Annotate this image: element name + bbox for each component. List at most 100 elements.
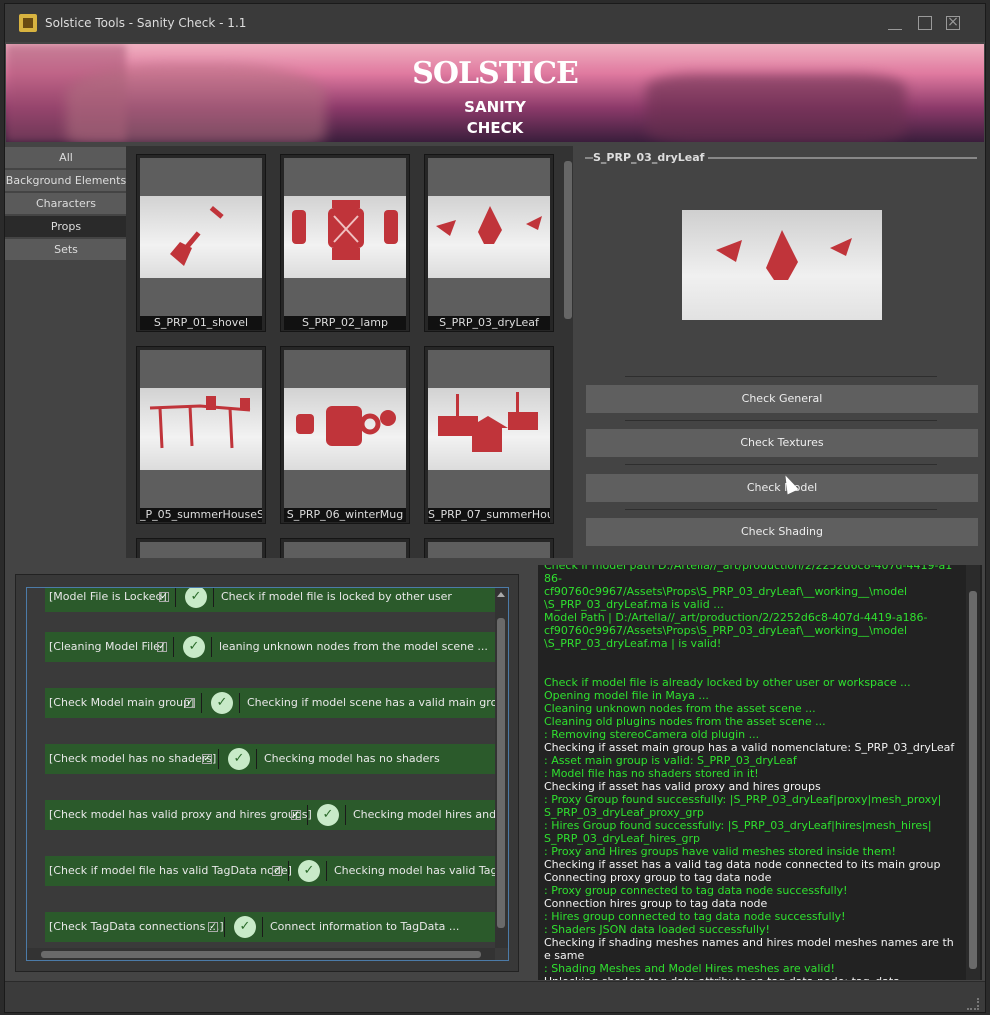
check-checkbox[interactable]: ✓ bbox=[157, 642, 167, 652]
asset-thumbnail bbox=[284, 158, 406, 316]
asset-thumbnail bbox=[284, 350, 406, 508]
asset-tile[interactable]: S_PRP_03_dryLeaf bbox=[424, 154, 554, 332]
log-line: : Proxy Group found successfully: |S_PRP… bbox=[544, 793, 942, 806]
checks-horizontal-scrollbar[interactable] bbox=[27, 948, 495, 960]
check-row: [Model File is Locked] ✓ ✓ Check if mode… bbox=[45, 588, 495, 612]
category-all[interactable]: All bbox=[5, 147, 127, 168]
close-button[interactable]: × bbox=[943, 13, 963, 33]
check-row: [Check model has no shaders] ✓ ✓ Checkin… bbox=[45, 744, 495, 774]
check-checkbox[interactable]: ✓ bbox=[159, 592, 169, 602]
asset-thumbnail bbox=[140, 350, 262, 508]
log-line: Cleaning old plugins nodes from the asse… bbox=[544, 715, 826, 728]
checks-vertical-scrollbar[interactable] bbox=[495, 588, 508, 948]
header-banner: SOLSTICE SANITY CHECK bbox=[6, 44, 984, 142]
check-row: [Check model has valid proxy and hires g… bbox=[45, 800, 495, 830]
check-checkbox[interactable]: ✓ bbox=[208, 922, 218, 932]
log-line: : Proxy group connected to tag data node… bbox=[544, 884, 848, 897]
log-line: : Asset main group is valid: S_PRP_03_dr… bbox=[544, 754, 797, 767]
check-ok-icon: ✓ bbox=[185, 588, 207, 608]
check-label: [Check TagData connections ...] bbox=[49, 920, 224, 933]
log-line: cf90760c9967/Assets\Props\S_PRP_03_dryLe… bbox=[544, 624, 908, 637]
log-line: : Shading Meshes and Model Hires meshes … bbox=[544, 962, 835, 975]
category-sets[interactable]: Sets bbox=[5, 239, 127, 260]
check-checkbox[interactable]: ✓ bbox=[185, 698, 195, 708]
logo-subtitle-2: CHECK bbox=[466, 119, 524, 137]
asset-thumbnail bbox=[140, 158, 262, 316]
check-checkbox[interactable]: ✓ bbox=[202, 754, 212, 764]
asset-tile[interactable]: S_PRP_01_shovel bbox=[136, 154, 266, 332]
check-row: [Cleaning Model File] ✓ ✓ leaning unknow… bbox=[45, 632, 495, 662]
log-line: Cleaning unknown nodes from the asset sc… bbox=[544, 702, 816, 715]
asset-tile[interactable]: S_PRP_07_summerHouse bbox=[424, 346, 554, 524]
title-bar: Solstice Tools - Sanity Check - 1.1 × bbox=[5, 4, 985, 42]
category-props[interactable]: Props bbox=[5, 216, 127, 237]
category-characters[interactable]: Characters bbox=[5, 193, 127, 214]
check-description: Checking model has no shaders bbox=[264, 752, 440, 765]
asset-name: _P_05_summerHouseStruc bbox=[140, 508, 262, 522]
preview-image bbox=[682, 210, 882, 320]
log-line: Checking if asset main group has a valid… bbox=[544, 741, 955, 754]
check-ok-icon: ✓ bbox=[234, 916, 256, 938]
checks-panel: [Model File is Locked] ✓ ✓ Check if mode… bbox=[15, 574, 519, 972]
log-line: Check if model path D:/Artella//_art/pro… bbox=[544, 565, 953, 585]
check-label: [Check model has no shaders] bbox=[49, 752, 217, 765]
check-description: leaning unknown nodes from the model sce… bbox=[219, 640, 488, 653]
check-row: [Check if model file has valid TagData n… bbox=[45, 856, 495, 886]
log-line: : Shaders JSON data loaded successfully! bbox=[544, 923, 770, 936]
asset-grid-scrollbar[interactable] bbox=[562, 157, 572, 557]
log-scrollbar[interactable] bbox=[966, 565, 980, 980]
asset-name: S_PRP_01_shovel bbox=[140, 316, 262, 330]
check-label: [Check if model file has valid TagData n… bbox=[49, 864, 292, 877]
asset-tile[interactable] bbox=[136, 538, 266, 558]
log-line: : Hires group connected to tag data node… bbox=[544, 910, 846, 923]
asset-name: S_PRP_02_lamp bbox=[284, 316, 406, 330]
category-background-elements[interactable]: Background Elements bbox=[5, 170, 127, 191]
check-textures-button[interactable]: Check Textures bbox=[586, 429, 978, 457]
log-line: \S_PRP_03_dryLeaf.ma is valid ... bbox=[544, 598, 724, 611]
checks-scroll-area[interactable]: [Model File is Locked] ✓ ✓ Check if mode… bbox=[26, 587, 509, 961]
check-description: Check if model file is locked by other u… bbox=[221, 590, 452, 603]
asset-thumbnail bbox=[428, 350, 550, 508]
log-line: Opening model file in Maya ... bbox=[544, 689, 709, 702]
check-label: [Check Model main group] bbox=[49, 696, 195, 709]
maximize-button[interactable] bbox=[915, 13, 935, 33]
logo-text: SOLSTICE bbox=[412, 56, 579, 91]
log-line: Model Path | D:/Artella//_art/production… bbox=[544, 611, 928, 624]
check-shading-button[interactable]: Check Shading bbox=[586, 518, 978, 546]
check-general-button[interactable]: Check General bbox=[586, 385, 978, 413]
asset-tile[interactable] bbox=[424, 538, 554, 558]
check-label: [Model File is Locked] bbox=[49, 590, 167, 603]
app-icon bbox=[19, 14, 37, 32]
log-line: Check if model file is already locked by… bbox=[544, 676, 911, 689]
logo-subtitle-1: SANITY bbox=[464, 98, 526, 116]
asset-tile[interactable]: S_PRP_06_winterMug bbox=[280, 346, 410, 524]
check-ok-icon: ✓ bbox=[211, 692, 233, 714]
check-label: [Cleaning Model File] bbox=[49, 640, 165, 653]
check-description: Checking if model scene has a valid main… bbox=[247, 696, 495, 709]
log-line: S_PRP_03_dryLeaf_hires_grp bbox=[544, 832, 701, 845]
check-label: [Check model has valid proxy and hires g… bbox=[49, 808, 312, 821]
log-output[interactable]: Check if model path D:/Artella//_art/pro… bbox=[538, 565, 982, 980]
log-line: : Removing stereoCamera old plugin ... bbox=[544, 728, 760, 741]
log-line: Connecting proxy group to tag data node bbox=[544, 871, 772, 884]
asset-name: S_PRP_07_summerHouse bbox=[428, 508, 550, 522]
asset-tile[interactable]: _P_05_summerHouseStruc bbox=[136, 346, 266, 524]
check-description: Checking model hires and p bbox=[353, 808, 495, 821]
asset-tile[interactable]: S_PRP_02_lamp bbox=[280, 154, 410, 332]
log-line: cf90760c9967/Assets\Props\S_PRP_03_dryLe… bbox=[544, 585, 908, 598]
asset-grid: S_PRP_01_shovel S_PRP_02_lamp S_PRP_03_d… bbox=[126, 146, 573, 558]
window-title: Solstice Tools - Sanity Check - 1.1 bbox=[45, 16, 247, 30]
log-line: Checking if asset has a valid tag data n… bbox=[544, 858, 941, 871]
minimize-button[interactable] bbox=[885, 13, 905, 33]
check-ok-icon: ✓ bbox=[183, 636, 205, 658]
status-bar bbox=[5, 981, 985, 1012]
check-row: [Check Model main group] ✓ ✓ Checking if… bbox=[45, 688, 495, 718]
resize-grip[interactable] bbox=[967, 998, 979, 1010]
check-checkbox[interactable]: ✓ bbox=[291, 810, 301, 820]
log-line: : Proxy and Hires groups have valid mesh… bbox=[544, 845, 896, 858]
asset-tile[interactable] bbox=[280, 538, 410, 558]
preview-title: S_PRP_03_dryLeaf bbox=[593, 151, 709, 164]
app-window: Solstice Tools - Sanity Check - 1.1 × SO… bbox=[4, 3, 986, 1013]
check-checkbox[interactable]: ✓ bbox=[272, 866, 282, 876]
check-ok-icon: ✓ bbox=[298, 860, 320, 882]
